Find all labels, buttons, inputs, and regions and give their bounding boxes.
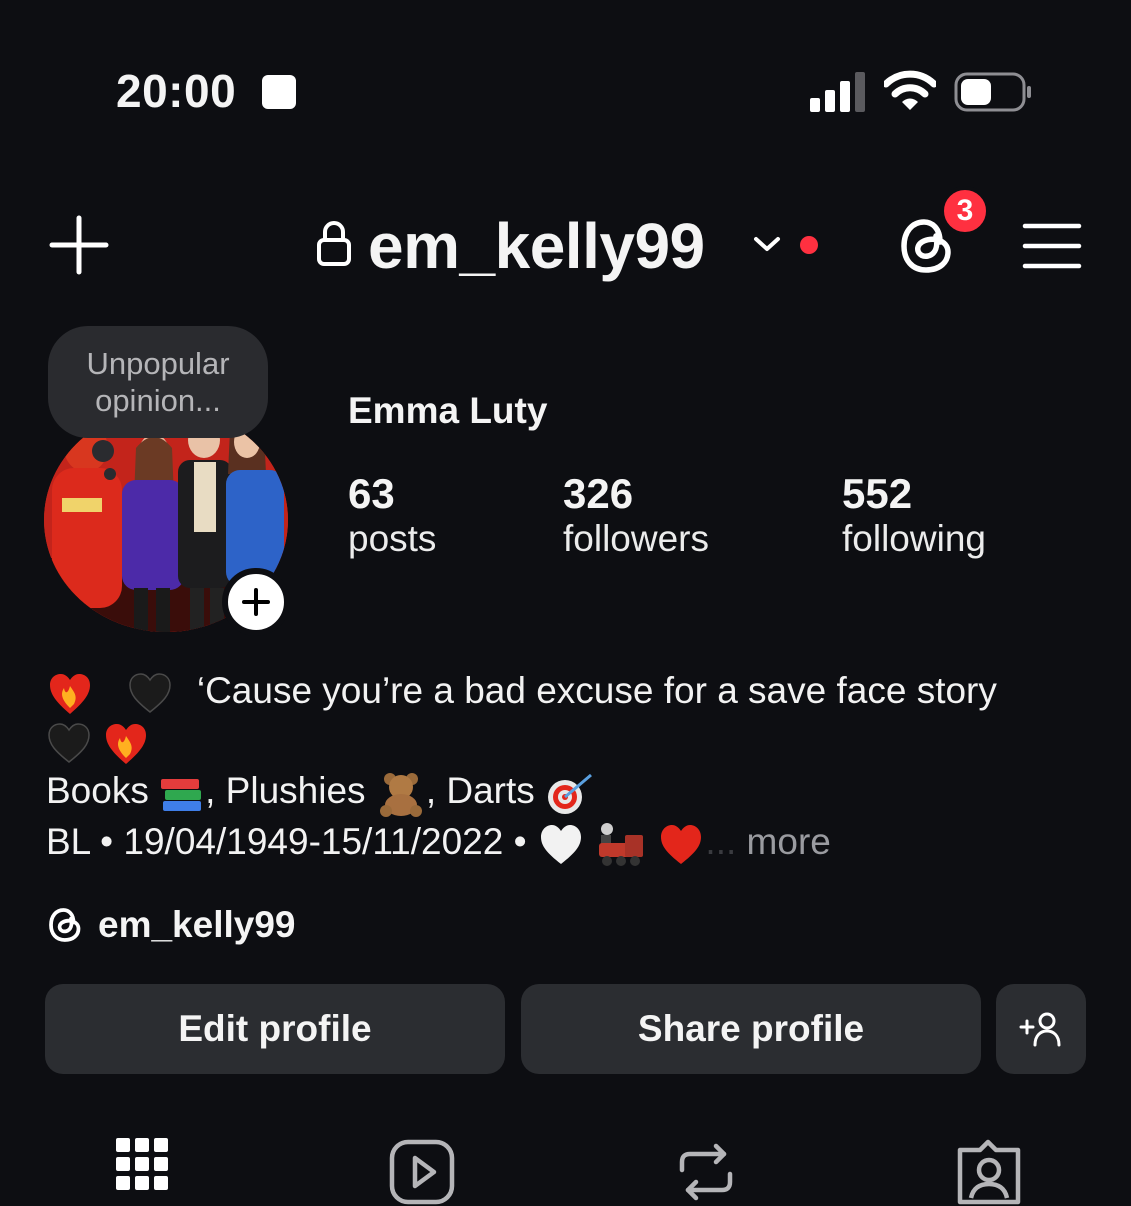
black-heart-emoji-icon bbox=[128, 673, 171, 714]
bio-books: Books bbox=[46, 770, 149, 812]
share-profile-button[interactable]: Share profile bbox=[521, 984, 981, 1074]
add-story-button[interactable] bbox=[222, 568, 290, 636]
reels-icon[interactable] bbox=[388, 1136, 458, 1206]
plus-icon bbox=[242, 588, 270, 616]
cellular-signal-icon bbox=[810, 72, 865, 112]
wifi-icon bbox=[884, 70, 936, 110]
posts-label: posts bbox=[348, 518, 437, 559]
stat-followers[interactable]: 326 followers bbox=[563, 470, 709, 560]
recording-indicator-icon bbox=[262, 75, 296, 109]
bullseye-dart-emoji-icon bbox=[548, 773, 593, 814]
bio-line-1: ‘Cause you’re a bad excuse for a save fa… bbox=[46, 666, 1086, 716]
red-heart-emoji-icon bbox=[661, 824, 702, 864]
teddy-bear-emoji-icon bbox=[379, 772, 422, 817]
bio-more-link[interactable]: ... more bbox=[705, 821, 830, 862]
followers-label: followers bbox=[563, 518, 709, 559]
bio-line-2: Books , Plushies , Darts bbox=[46, 766, 1086, 817]
lock-icon bbox=[317, 221, 351, 266]
threads-handle: em_kelly99 bbox=[98, 904, 296, 945]
bio-text-line-1: ‘Cause you’re a bad excuse for a save fa… bbox=[196, 670, 997, 711]
discover-people-button[interactable] bbox=[996, 984, 1086, 1074]
following-label: following bbox=[842, 518, 986, 559]
steam-locomotive-emoji-icon bbox=[599, 822, 644, 866]
bio-line-3: BL • 19/04/1949-15/11/2022 • ... more bbox=[46, 817, 1086, 867]
profile-full-name: Emma Luty bbox=[348, 390, 548, 431]
menu-icon[interactable] bbox=[1022, 222, 1082, 270]
tagged-icon[interactable] bbox=[954, 1136, 1024, 1206]
note-tail bbox=[92, 440, 114, 462]
notification-badge: 3 bbox=[940, 186, 990, 236]
posts-count: 63 bbox=[348, 470, 395, 517]
bio-plushies: , Plushies bbox=[205, 770, 366, 812]
white-heart-emoji-icon bbox=[540, 824, 581, 864]
books-emoji-icon bbox=[161, 778, 202, 811]
create-plus-icon[interactable] bbox=[48, 214, 110, 276]
grid-icon[interactable] bbox=[114, 1136, 184, 1206]
note-line-1: Unpopular bbox=[86, 346, 230, 381]
stat-following[interactable]: 552 following bbox=[842, 470, 986, 560]
heart-on-fire-emoji-icon bbox=[50, 674, 90, 715]
reposts-icon[interactable] bbox=[672, 1136, 742, 1206]
threads-profile-link[interactable]: em_kelly99 bbox=[46, 904, 296, 946]
edit-profile-button[interactable]: Edit profile bbox=[45, 984, 505, 1074]
following-count: 552 bbox=[842, 470, 913, 517]
heart-on-fire-emoji-icon bbox=[106, 724, 147, 765]
battery-icon bbox=[954, 72, 1031, 112]
bio-darts: , Darts bbox=[425, 770, 535, 812]
black-heart-emoji-icon bbox=[48, 723, 90, 764]
account-username[interactable]: em_kelly99 bbox=[368, 208, 705, 284]
bio-memorial-text: BL • 19/04/1949-15/11/2022 • bbox=[46, 820, 527, 862]
threads-icon bbox=[49, 908, 81, 942]
unread-dot bbox=[800, 236, 818, 254]
followers-count: 326 bbox=[563, 470, 634, 517]
note-tail-small bbox=[104, 468, 116, 480]
bio-line-1b bbox=[46, 716, 1086, 766]
note-line-2: opinion... bbox=[95, 383, 221, 418]
profile-note-bubble[interactable]: Unpopular opinion... bbox=[48, 326, 268, 438]
chevron-down-icon[interactable] bbox=[752, 234, 782, 254]
add-person-icon bbox=[1019, 1012, 1061, 1047]
profile-bio: ‘Cause you’re a bad excuse for a save fa… bbox=[46, 666, 1086, 867]
more-label[interactable]: more bbox=[747, 821, 831, 862]
stat-posts[interactable]: 63 posts bbox=[348, 470, 436, 560]
status-time: 20:00 bbox=[116, 65, 237, 117]
